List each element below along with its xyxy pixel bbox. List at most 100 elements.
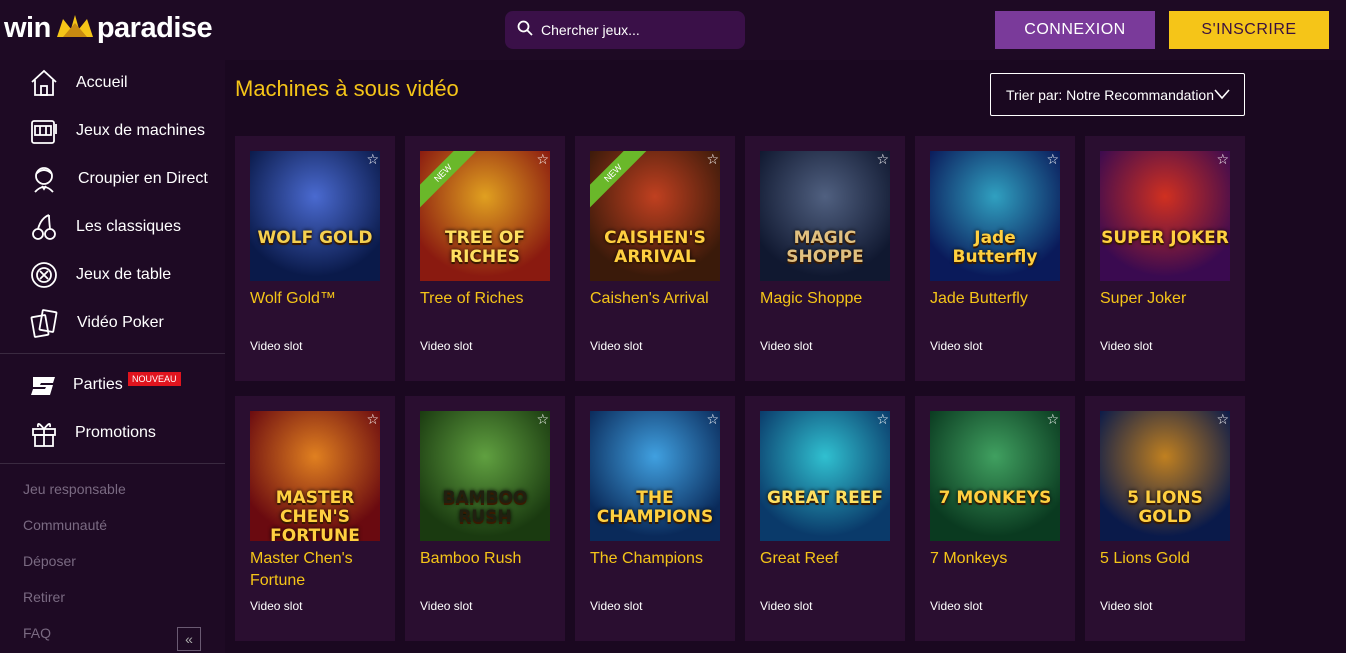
game-art-title: BAMBOO RUSH	[442, 488, 528, 527]
brand-paradise: paradise	[96, 11, 213, 44]
sidebar-item-classiques[interactable]: Les classiques	[0, 207, 225, 247]
game-thumbnail[interactable]: WOLF GOLD	[250, 151, 380, 281]
game-card[interactable]: SUPER JOKER ☆ Super Joker Video slot	[1085, 136, 1245, 381]
game-thumbnail[interactable]: Jade Butterfly	[930, 151, 1060, 281]
sidebar-item-video-poker[interactable]: Vidéo Poker	[0, 303, 225, 343]
game-title[interactable]: Caishen's Arrival	[590, 288, 730, 310]
search-input[interactable]	[541, 22, 731, 38]
link-retirer[interactable]: Retirer	[23, 589, 65, 605]
game-title[interactable]: Jade Butterfly	[930, 288, 1070, 310]
game-card[interactable]: MAGIC SHOPPE ☆ Magic Shoppe Video slot	[745, 136, 905, 381]
game-title[interactable]: 5 Lions Gold	[1100, 548, 1240, 570]
game-thumbnail[interactable]: 7 MONKEYS	[930, 411, 1060, 541]
sidebar-item-promotions[interactable]: Promotions	[0, 413, 225, 453]
game-type: Video slot	[250, 339, 303, 353]
game-card[interactable]: THE CHAMPIONS ☆ The Champions Video slot	[575, 396, 735, 641]
game-type: Video slot	[760, 339, 813, 353]
collapse-sidebar-button[interactable]: «	[177, 627, 201, 651]
game-title[interactable]: Tree of Riches	[420, 288, 560, 310]
sort-label: Trier par: Notre Recommandation	[1006, 86, 1215, 103]
game-thumbnail[interactable]: BAMBOO RUSH	[420, 411, 550, 541]
game-thumbnail[interactable]: MASTER CHEN'S FORTUNE	[250, 411, 380, 541]
game-card[interactable]: 5 LIONS GOLD ☆ 5 Lions Gold Video slot	[1085, 396, 1245, 641]
game-type: Video slot	[760, 599, 813, 613]
game-card[interactable]: 7 MONKEYS ☆ 7 Monkeys Video slot	[915, 396, 1075, 641]
game-thumbnail[interactable]: THE CHAMPIONS	[590, 411, 720, 541]
favorite-star-icon[interactable]: ☆	[1216, 152, 1229, 166]
top-header: win paradise CONNEXION S'INSCRIRE	[0, 0, 1346, 60]
sidebar-item-label: Les classiques	[76, 218, 181, 235]
sort-dropdown[interactable]: Trier par: Notre Recommandation	[990, 73, 1245, 116]
sidebar-item-label: Croupier en Direct	[78, 170, 208, 187]
crown-icon	[56, 12, 93, 45]
game-card[interactable]: TREE OF RICHES NEW ☆ Tree of Riches Video sl…	[405, 136, 565, 381]
search-bar[interactable]	[505, 11, 745, 49]
game-thumbnail[interactable]: MAGIC SHOPPE	[760, 151, 890, 281]
favorite-star-icon[interactable]: ☆	[1046, 412, 1059, 426]
new-ribbon: NEW	[420, 151, 481, 211]
new-badge: NOUVEAU	[128, 372, 181, 386]
favorite-star-icon[interactable]: ☆	[366, 412, 379, 426]
chevron-down-icon	[1214, 87, 1230, 104]
game-title[interactable]: Magic Shoppe	[760, 288, 900, 310]
link-jeu-responsable[interactable]: Jeu responsable	[23, 481, 126, 497]
game-type: Video slot	[1100, 599, 1153, 613]
game-art-title: 5 LIONS GOLD	[1127, 488, 1203, 527]
game-card[interactable]: BAMBOO RUSH ☆ Bamboo Rush Video slot	[405, 396, 565, 641]
sidebar-item-table[interactable]: Jeux de table	[0, 255, 225, 295]
sidebar-item-label: Vidéo Poker	[77, 314, 164, 331]
game-art-title: MAGIC SHOPPE	[786, 228, 864, 267]
sidebar-item-parties[interactable]: Parties NOUVEAU	[0, 365, 225, 405]
sidebar-item-label: Accueil	[76, 74, 128, 91]
sidebar-item-croupier[interactable]: Croupier en Direct	[0, 159, 225, 199]
game-art-title: TREE OF RICHES	[445, 228, 525, 267]
game-title[interactable]: The Champions	[590, 548, 730, 570]
brand-logo[interactable]: win paradise	[4, 10, 213, 46]
sidebar-item-label: Jeux de table	[76, 266, 172, 283]
game-thumbnail[interactable]: CAISHEN'S ARRIVAL NEW	[590, 151, 720, 281]
sidebar-divider	[0, 353, 225, 354]
game-card[interactable]: GREAT REEF ☆ Great Reef Video slot	[745, 396, 905, 641]
game-art-title: GREAT REEF	[767, 488, 883, 508]
game-thumbnail[interactable]: 5 LIONS GOLD	[1100, 411, 1230, 541]
favorite-star-icon[interactable]: ☆	[536, 152, 549, 166]
sidebar-item-label: Jeux de machines	[76, 122, 205, 139]
game-thumbnail[interactable]: GREAT REEF	[760, 411, 890, 541]
game-title[interactable]: Wolf Gold™	[250, 288, 390, 310]
game-thumbnail[interactable]: SUPER JOKER	[1100, 151, 1230, 281]
game-card[interactable]: CAISHEN'S ARRIVAL NEW ☆ Caishen's Arrival Vi…	[575, 136, 735, 381]
cherries-icon	[28, 211, 60, 243]
favorite-star-icon[interactable]: ☆	[1216, 412, 1229, 426]
game-title[interactable]: Great Reef	[760, 548, 900, 570]
favorite-star-icon[interactable]: ☆	[706, 412, 719, 426]
sidebar-item-jeux-machines[interactable]: Jeux de machines	[0, 111, 225, 151]
link-faq[interactable]: FAQ	[23, 625, 51, 641]
favorite-star-icon[interactable]: ☆	[876, 152, 889, 166]
game-card[interactable]: MASTER CHEN'S FORTUNE ☆ Master Chen's Fort…	[235, 396, 395, 641]
sidebar-item-accueil[interactable]: Accueil	[0, 63, 225, 103]
gift-icon	[28, 417, 60, 449]
game-art-title: WOLF GOLD	[257, 228, 373, 248]
link-communaute[interactable]: Communauté	[23, 517, 107, 533]
link-deposer[interactable]: Déposer	[23, 553, 76, 569]
signup-button[interactable]: S'INSCRIRE	[1169, 11, 1329, 49]
favorite-star-icon[interactable]: ☆	[876, 412, 889, 426]
home-icon	[28, 67, 60, 99]
game-card[interactable]: WOLF GOLD ☆ Wolf Gold™ Video slot	[235, 136, 395, 381]
game-type: Video slot	[930, 339, 983, 353]
parties-icon	[28, 369, 60, 401]
game-title[interactable]: Bamboo Rush	[420, 548, 560, 570]
favorite-star-icon[interactable]: ☆	[706, 152, 719, 166]
login-button[interactable]: CONNEXION	[995, 11, 1155, 49]
game-card[interactable]: Jade Butterfly ☆ Jade Butterfly Video slot	[915, 136, 1075, 381]
favorite-star-icon[interactable]: ☆	[1046, 152, 1059, 166]
sidebar-item-label: Parties	[73, 376, 123, 393]
game-title[interactable]: Master Chen's Fortune	[250, 548, 390, 592]
game-thumbnail[interactable]: TREE OF RICHES NEW	[420, 151, 550, 281]
favorite-star-icon[interactable]: ☆	[536, 412, 549, 426]
game-title[interactable]: 7 Monkeys	[930, 548, 1070, 570]
game-art-title: Jade Butterfly	[952, 228, 1038, 267]
game-type: Video slot	[1100, 339, 1153, 353]
favorite-star-icon[interactable]: ☆	[366, 152, 379, 166]
game-title[interactable]: Super Joker	[1100, 288, 1240, 310]
